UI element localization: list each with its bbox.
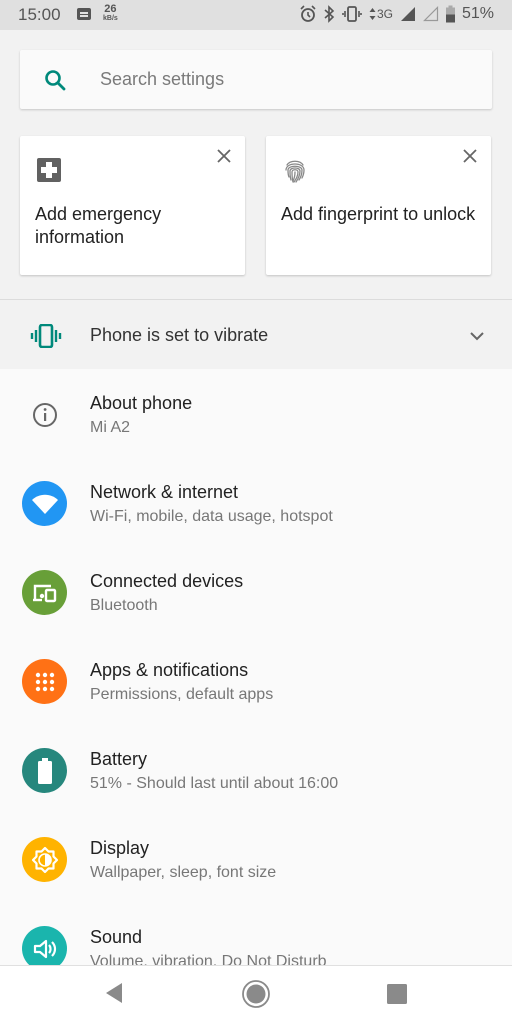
devices-icon xyxy=(22,570,67,615)
settings-item-subtitle: Bluetooth xyxy=(90,597,158,614)
battery-icon xyxy=(22,748,67,793)
settings-item-title: Battery xyxy=(90,749,148,769)
settings-item-sound[interactable]: Sound Volume, vibration, Do Not Disturb xyxy=(0,903,512,965)
network-type: 3G xyxy=(376,7,393,21)
signal-full-icon xyxy=(400,7,415,21)
suggestion-card-emergency[interactable]: Add emergency information xyxy=(20,136,245,275)
search-placeholder: Search settings xyxy=(100,69,225,89)
close-icon[interactable] xyxy=(217,149,231,163)
settings-item-subtitle: Volume, vibration, Do Not Disturb xyxy=(90,953,327,965)
condition-text: Phone is set to vibrate xyxy=(90,325,269,345)
status-time: 15:00 xyxy=(18,5,61,24)
network-speed-value: 26 xyxy=(104,3,117,15)
settings-item-subtitle: Permissions, default apps xyxy=(90,686,274,703)
signal-empty-icon xyxy=(423,6,439,22)
settings-item-subtitle: Mi A2 xyxy=(90,419,131,436)
settings-item-subtitle: Wallpaper, sleep, font size xyxy=(90,864,277,881)
settings-item-network[interactable]: Network & internet Wi-Fi, mobile, data u… xyxy=(0,458,512,547)
data-arrows-icon xyxy=(369,8,376,20)
settings-item-battery[interactable]: Battery 51% - Should last until about 16… xyxy=(0,725,512,814)
settings-item-title: Display xyxy=(90,838,150,858)
network-speed-unit: kB/s xyxy=(103,15,118,22)
notification-icon xyxy=(77,8,91,20)
condition-vibrate[interactable]: Phone is set to vibrate xyxy=(0,300,512,369)
chevron-down-icon[interactable] xyxy=(469,331,485,341)
apps-grid-icon xyxy=(22,659,67,704)
alarm-icon xyxy=(300,5,316,22)
vibrate-icon xyxy=(30,324,62,348)
network-speed: 26 kB/s xyxy=(103,3,118,23)
settings-list: About phone Mi A2 Network & internet Wi-… xyxy=(0,369,512,965)
status-icons: 3G 51% xyxy=(300,5,494,23)
settings-item-title: Network & internet xyxy=(90,482,239,502)
mobile-data: 3G xyxy=(369,7,393,21)
settings-item-apps[interactable]: Apps & notifications Permissions, defaul… xyxy=(0,636,512,725)
battery-icon xyxy=(445,5,455,23)
brightness-icon xyxy=(22,837,67,882)
settings-item-title: Apps & notifications xyxy=(90,660,249,680)
settings-item-about-phone[interactable]: About phone Mi A2 xyxy=(0,369,512,458)
suggestion-card-fingerprint[interactable]: Add fingerprint to unlock xyxy=(266,136,491,275)
vibrate-status-icon xyxy=(342,6,362,22)
settings-item-connected-devices[interactable]: Connected devices Bluetooth xyxy=(0,547,512,636)
suggestion-card-title: Add emergency information xyxy=(35,204,162,247)
battery-percent: 51% xyxy=(461,5,494,22)
suggestion-card-title: Add fingerprint to unlock xyxy=(281,204,476,224)
settings-item-title: Connected devices xyxy=(90,571,244,591)
status-bar: 15:00 26 kB/s 3G 51% xyxy=(0,0,512,30)
close-icon[interactable] xyxy=(463,149,477,163)
bluetooth-icon xyxy=(324,5,335,23)
back-icon[interactable] xyxy=(104,982,124,1004)
settings-item-display[interactable]: Display Wallpaper, sleep, font size xyxy=(0,814,512,903)
navigation-bar xyxy=(0,965,512,1024)
settings-item-title: Sound xyxy=(90,927,143,947)
wifi-icon xyxy=(22,481,67,526)
volume-icon xyxy=(22,926,67,965)
info-icon xyxy=(22,392,67,437)
settings-item-subtitle: Wi-Fi, mobile, data usage, hotspot xyxy=(90,508,333,525)
settings-item-subtitle: 51% - Should last until about 16:00 xyxy=(90,775,339,792)
home-icon[interactable] xyxy=(241,979,271,1009)
settings-item-title: About phone xyxy=(90,393,193,413)
search-input[interactable]: Search settings xyxy=(20,50,492,109)
emergency-plus-icon xyxy=(37,158,61,182)
recents-icon[interactable] xyxy=(387,984,407,1004)
fingerprint-icon xyxy=(285,160,305,183)
search-icon xyxy=(45,70,66,91)
